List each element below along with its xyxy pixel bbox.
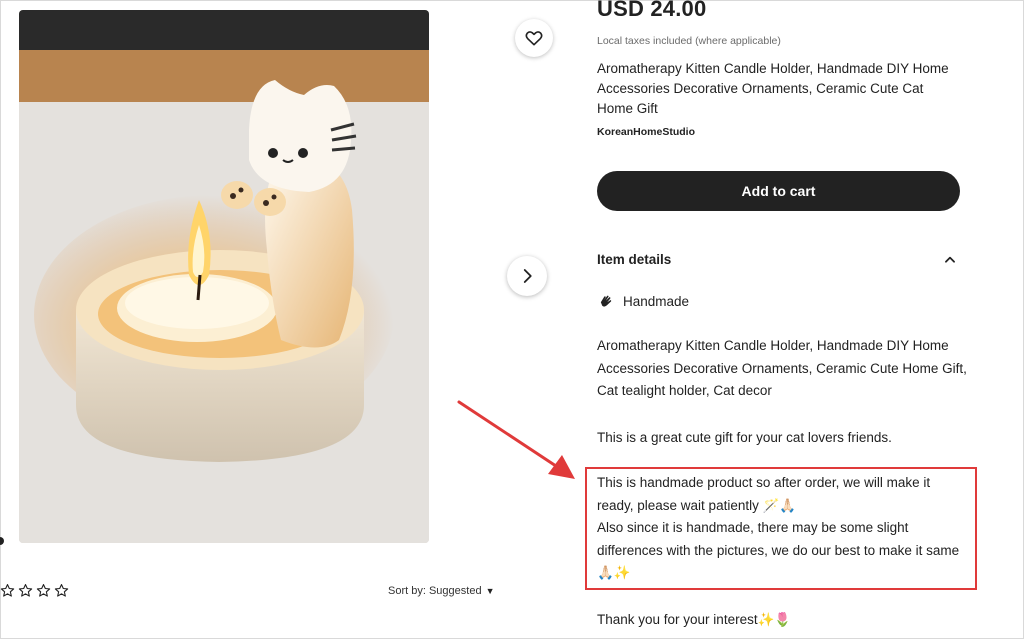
handmade-label: Handmade bbox=[623, 294, 690, 309]
next-image-button[interactable] bbox=[507, 256, 547, 296]
star-outline-icon bbox=[54, 584, 69, 597]
annotation-arrow-icon bbox=[457, 400, 575, 479]
favorite-button[interactable] bbox=[515, 19, 553, 57]
star-outline-icon bbox=[0, 584, 15, 597]
shop-name-link[interactable]: KoreanHomeStudio bbox=[597, 126, 695, 138]
rating-filter-stars[interactable] bbox=[0, 583, 69, 598]
chevron-up-icon bbox=[945, 256, 955, 263]
add-to-cart-button[interactable]: Add to cart bbox=[597, 171, 960, 211]
product-photo[interactable] bbox=[19, 10, 429, 543]
highlight-box bbox=[585, 467, 977, 590]
star-outline-icon bbox=[18, 584, 33, 597]
sort-label: Sort by: Suggested bbox=[388, 585, 482, 597]
product-title: Aromatherapy Kitten Candle Holder, Handm… bbox=[597, 61, 949, 116]
sort-dropdown[interactable]: Sort by: Suggested ▼ bbox=[388, 585, 494, 597]
tax-note: Local taxes included (where applicable) bbox=[597, 35, 781, 47]
description-paragraph: Aromatherapy Kitten Candle Holder, Handm… bbox=[597, 338, 967, 398]
description-paragraph: Thank you for your interest✨🌷 bbox=[597, 612, 792, 627]
description-paragraph: This is a great cute gift for your cat l… bbox=[597, 430, 892, 445]
chevron-right-icon bbox=[523, 269, 532, 283]
hand-icon bbox=[600, 295, 612, 307]
carousel-dot[interactable] bbox=[0, 537, 4, 545]
handmade-badge: Handmade bbox=[598, 293, 689, 310]
heart-icon bbox=[525, 31, 543, 46]
candle-holder-image bbox=[19, 10, 429, 543]
product-price: USD 24.00 bbox=[597, 0, 707, 21]
caret-down-icon: ▼ bbox=[485, 586, 495, 596]
item-details-toggle[interactable]: Item details bbox=[597, 252, 960, 267]
item-details-heading: Item details bbox=[597, 252, 672, 267]
star-outline-icon bbox=[36, 584, 51, 597]
